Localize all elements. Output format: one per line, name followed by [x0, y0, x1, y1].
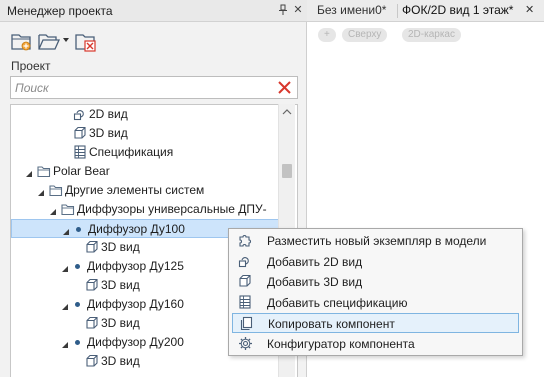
component-dot-icon — [76, 227, 81, 232]
context-menu: Разместить новый экземпляр в модели Добав… — [228, 228, 523, 356]
tree-row[interactable]: Диффузоры универсальные ДПУ- — [11, 200, 281, 219]
new-folder-icon[interactable] — [10, 29, 34, 53]
tree-item-label: Диффузор Ду100 — [88, 222, 185, 236]
expand-arrow-icon[interactable] — [37, 186, 45, 196]
tree-item-label: 3D вид — [101, 316, 140, 330]
menu-item-copy[interactable]: Копировать компонент — [232, 313, 519, 333]
expand-arrow-icon[interactable] — [61, 300, 69, 310]
view2d-icon — [238, 254, 253, 269]
view-direction-pill[interactable]: Сверху — [342, 28, 388, 42]
search-input[interactable] — [15, 80, 265, 96]
tree-item-label: 2D вид — [89, 107, 128, 121]
menu-item-label: Добавить 2D вид — [267, 254, 363, 269]
tab-untitled[interactable]: Без имени0* — [317, 3, 386, 17]
tree-row[interactable]: 2D вид — [11, 105, 281, 124]
tab-close-icon[interactable]: ✕ — [525, 3, 534, 16]
clear-x-icon[interactable] — [277, 80, 292, 95]
menu-item-label: Разместить новый экземпляр в модели — [267, 234, 487, 248]
delete-folder-icon[interactable] — [74, 29, 98, 53]
tree-item-label: Диффузор Ду160 — [87, 297, 184, 311]
search-box — [10, 76, 298, 99]
tree-item-label: Polar Bear — [53, 164, 110, 178]
spec-icon — [238, 294, 253, 310]
menu-item-view2d[interactable]: Добавить 2D вид — [232, 252, 519, 272]
tree-item-label: Другие элементы систем — [65, 183, 205, 197]
project-section-label: Проект — [11, 59, 51, 73]
scroll-thumb[interactable] — [282, 164, 292, 178]
tree-item-label: 3D вид — [101, 354, 140, 368]
menu-item-label: Добавить спецификацию — [267, 295, 408, 310]
view-add-pill[interactable]: + — [318, 28, 336, 42]
tree-item-label: Диффузор Ду125 — [87, 259, 184, 273]
dropdown-arrow-icon[interactable] — [62, 29, 70, 53]
folder-icon — [37, 164, 51, 178]
component-dot-icon — [75, 264, 80, 269]
open-folder-icon[interactable] — [37, 29, 61, 53]
panel-toolbar — [0, 24, 307, 58]
view3d-icon — [85, 240, 99, 254]
tree-item-label: 3D вид — [101, 278, 140, 292]
copy-icon — [239, 316, 254, 331]
expand-arrow-icon[interactable] — [61, 262, 69, 272]
tree-row[interactable]: Polar Bear — [11, 162, 281, 181]
puzzle-icon — [238, 233, 253, 248]
view2d-icon — [73, 107, 87, 121]
menu-item-label: Копировать компонент — [268, 317, 395, 331]
view-style-pill[interactable]: 2D-каркас — [402, 28, 461, 42]
scroll-up-icon[interactable] — [279, 104, 295, 120]
expand-arrow-icon[interactable] — [62, 225, 70, 235]
menu-item-gear[interactable]: Конфигуратор компонента — [232, 334, 519, 354]
menu-item-view3d[interactable]: Добавить 3D вид — [232, 272, 519, 292]
tree-item-label: Диффузоры универсальные ДПУ- — [77, 202, 267, 216]
view3d-icon — [73, 126, 87, 140]
view3d-icon — [85, 316, 99, 330]
component-dot-icon — [75, 302, 80, 307]
menu-item-label: Добавить 3D вид — [267, 275, 363, 289]
view3d-icon — [85, 278, 99, 292]
tab-separator — [397, 4, 398, 18]
tab-active-view[interactable]: ФОК/2D вид 1 этаж* — [402, 3, 513, 17]
pin-icon[interactable] — [276, 3, 290, 17]
spec-icon — [73, 145, 87, 159]
tree-row[interactable]: 3D вид — [11, 124, 281, 143]
gear-icon — [238, 336, 253, 351]
expand-arrow-icon[interactable] — [61, 338, 69, 348]
tree-item-label: 3D вид — [101, 240, 140, 254]
tree-item-label: 3D вид — [89, 126, 128, 140]
panel-title: Менеджер проекта — [7, 4, 113, 18]
panel-header: Менеджер проекта ✕ — [0, 0, 307, 22]
folder-icon — [61, 202, 75, 216]
panel-close-icon[interactable]: ✕ — [291, 3, 305, 17]
tree-row[interactable]: Спецификация — [11, 143, 281, 162]
component-dot-icon — [75, 340, 80, 345]
view3d-icon — [238, 274, 253, 289]
expand-arrow-icon[interactable] — [49, 205, 57, 215]
tree-item-label: Диффузор Ду200 — [87, 335, 184, 349]
tree-row[interactable]: Другие элементы систем — [11, 181, 281, 200]
menu-item-spec[interactable]: Добавить спецификацию — [232, 293, 519, 313]
menu-item-label: Конфигуратор компонента — [267, 336, 415, 351]
folder-icon — [49, 183, 63, 197]
tree-item-label: Спецификация — [89, 145, 174, 159]
view3d-icon — [85, 354, 99, 368]
expand-arrow-icon[interactable] — [25, 167, 33, 177]
menu-item-puzzle[interactable]: Разместить новый экземпляр в модели — [232, 231, 519, 251]
